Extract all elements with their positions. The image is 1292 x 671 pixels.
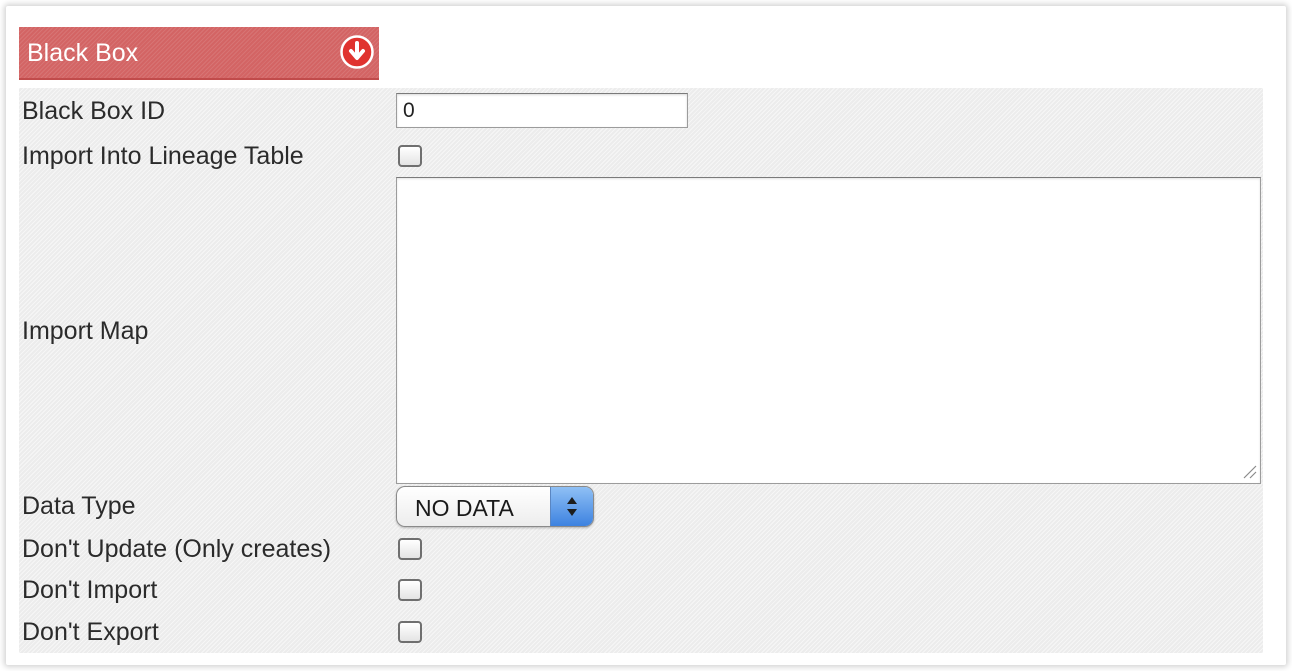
data-type-select[interactable]: NO DATA [396,486,594,527]
black-box-id-input[interactable] [396,93,688,128]
dont-update-checkbox[interactable] [398,538,422,560]
import-map-label: Import Map [22,317,149,345]
data-type-selected-value: NO DATA [415,495,514,521]
import-into-lineage-label: Import Into Lineage Table [22,142,304,170]
panel-header[interactable]: Black Box [19,27,379,80]
collapse-down-arrow-icon[interactable] [340,35,374,69]
dont-import-checkbox[interactable] [398,579,422,601]
dont-update-label: Don't Update (Only creates) [22,535,332,563]
resize-grip-icon[interactable] [1241,463,1257,479]
import-into-lineage-checkbox[interactable] [398,145,422,167]
select-arrow-button[interactable] [550,487,593,526]
dont-export-checkbox[interactable] [398,621,422,643]
up-down-arrows-icon [567,497,577,516]
dont-export-label: Don't Export [22,618,159,646]
import-map-textarea[interactable] [396,177,1261,484]
dont-import-label: Don't Import [22,576,158,604]
panel-title: Black Box [27,39,139,67]
black-box-id-label: Black Box ID [22,97,166,125]
data-type-label: Data Type [22,492,136,520]
